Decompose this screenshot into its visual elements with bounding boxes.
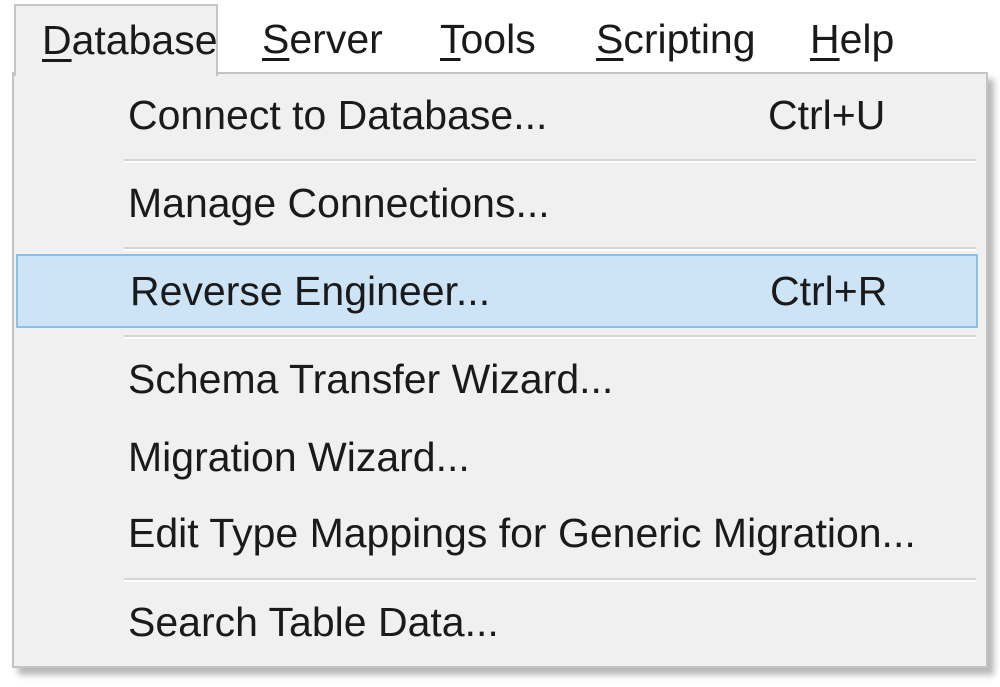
menu-item-label: Search Table Data... [128, 599, 499, 645]
menu-item-manage-connections[interactable]: Manage Connections... [16, 166, 978, 240]
menu-item-edit-type-mappings[interactable]: Edit Type Mappings for Generic Migration… [16, 496, 978, 570]
menu-database-mnemonic: D [42, 17, 72, 63]
menu-item-shortcut: Ctrl+U [768, 92, 886, 138]
menu-separator [124, 578, 976, 582]
menu-separator [124, 335, 976, 339]
database-dropdown-menu: Connect to Database... Ctrl+U Manage Con… [12, 72, 988, 668]
menu-scripting-label: cripting [623, 16, 756, 62]
menu-item-label: Connect to Database... [128, 92, 548, 138]
menu-item-label: Reverse Engineer... [130, 268, 491, 314]
menu-help[interactable]: Help [810, 10, 894, 72]
menu-tools[interactable]: Tools [440, 10, 536, 72]
menu-scripting-mnemonic: S [596, 16, 624, 62]
menu-scripting[interactable]: Scripting [596, 10, 756, 72]
menu-separator [124, 247, 976, 251]
menu-server[interactable]: Server [262, 10, 383, 72]
screenshot-stage: Database Server Tools Scripting Help Con… [0, 0, 1000, 687]
menu-item-shortcut: Ctrl+R [770, 268, 888, 314]
menu-help-mnemonic: H [810, 16, 840, 62]
menu-bar: Database Server Tools Scripting Help [0, 0, 1000, 76]
menu-separator [124, 159, 976, 163]
menu-tools-label: ools [460, 16, 536, 62]
menu-server-label: erver [289, 16, 383, 62]
menu-item-search-table-data[interactable]: Search Table Data... [16, 585, 978, 659]
menu-tools-mnemonic: T [440, 16, 461, 62]
menu-help-label: elp [839, 16, 895, 62]
menu-item-label: Edit Type Mappings for Generic Migration… [128, 510, 916, 556]
menu-database-label: atabase [71, 17, 218, 63]
menu-item-label: Schema Transfer Wizard... [128, 356, 614, 402]
menu-item-schema-transfer-wizard[interactable]: Schema Transfer Wizard... [16, 342, 978, 416]
menu-item-label: Manage Connections... [128, 180, 550, 226]
menu-item-reverse-engineer[interactable]: Reverse Engineer... Ctrl+R [16, 254, 978, 328]
menu-server-mnemonic: S [262, 16, 290, 62]
menu-item-migration-wizard[interactable]: Migration Wizard... [16, 420, 978, 494]
menu-database[interactable]: Database [14, 4, 218, 76]
menu-item-connect-to-database[interactable]: Connect to Database... Ctrl+U [16, 78, 978, 152]
menu-item-label: Migration Wizard... [128, 434, 470, 480]
